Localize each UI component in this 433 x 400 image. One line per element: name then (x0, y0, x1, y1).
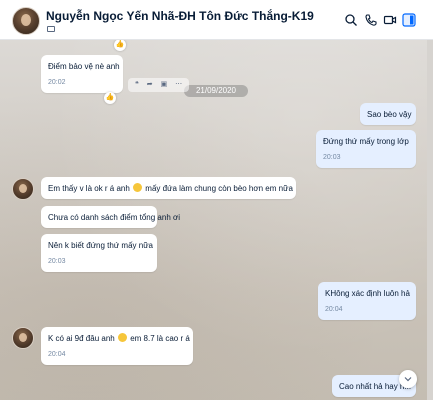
chat-header: Nguyễn Ngọc Yến Nhã-ĐH Tôn Đức Thắng-K19 (0, 0, 433, 40)
message-text: Chưa có danh sách điểm tổng anh ơi (48, 213, 181, 222)
message-text-part: em 8.7 là cao r á (130, 334, 190, 343)
message-text-part: K có ai 9đ đâu anh (48, 334, 115, 343)
message-time: 20:04 (48, 351, 66, 358)
share-icon[interactable]: ➦ (147, 81, 153, 88)
phone-icon[interactable] (364, 13, 378, 27)
message-bubble[interactable]: KHông xác định luôn hả 20:04 (318, 282, 416, 320)
message-time: 20:04 (325, 306, 343, 313)
message-bubble[interactable]: Sao bèo vậy (360, 103, 416, 125)
contact-avatar[interactable] (12, 178, 34, 200)
tag-icon[interactable] (47, 26, 55, 32)
message-text: Sao bèo vậy (367, 110, 412, 119)
message-bubble[interactable]: Em thấy v là ok r á anh mấy đứa làm chun… (41, 177, 296, 199)
message-time: 20:03 (323, 154, 341, 161)
message-text: Đứng thứ mấy trong lớp (323, 137, 409, 146)
contact-avatar[interactable] (12, 327, 34, 349)
message-text: Cao nhất hả hay h... (339, 382, 412, 391)
chevron-down-icon (404, 377, 412, 382)
search-icon[interactable] (344, 13, 358, 27)
react-icon[interactable]: ▣ (161, 81, 168, 88)
more-icon[interactable]: ⋯ (175, 81, 182, 88)
message-time: 20:03 (48, 258, 66, 265)
message-text: Điểm bảo vệ nè anh (48, 62, 120, 71)
chat-window: Nguyễn Ngọc Yến Nhã-ĐH Tôn Đức Thắng-K19… (0, 0, 433, 400)
like-reaction-icon[interactable]: 👍 (114, 40, 126, 51)
scrollbar-track[interactable] (427, 40, 433, 400)
contact-avatar[interactable] (12, 7, 40, 35)
message-bubble[interactable]: K có ai 9đ đâu anh em 8.7 là cao r á 20:… (41, 327, 193, 365)
message-text: Em thấy v là ok r á anh mấy đứa làm chun… (48, 183, 293, 194)
message-bubble[interactable]: Nên k biết đứng thứ mấy nữa 20:03 (41, 234, 157, 272)
message-text-part: Em thấy v là ok r á anh (48, 184, 130, 193)
message-bubble[interactable]: Điểm bảo vệ nè anh 20:02 (41, 55, 123, 93)
message-text: Nên k biết đứng thứ mấy nữa (48, 241, 154, 250)
sidebar-toggle-icon[interactable] (402, 13, 416, 27)
date-separator: 21/09/2020 (184, 85, 248, 97)
message-text: KHông xác định luôn hả (325, 289, 410, 298)
scroll-to-bottom-button[interactable] (399, 370, 417, 388)
message-bubble[interactable]: Chưa có danh sách điểm tổng anh ơi (41, 206, 181, 228)
message-actions: ❝ ➦ ▣ ⋯ (128, 78, 190, 92)
message-bubble[interactable]: Đứng thứ mấy trong lớp 20:03 (316, 130, 416, 168)
like-reaction-icon[interactable]: 👍 (104, 92, 116, 104)
message-text: K có ai 9đ đâu anh em 8.7 là cao r á (48, 333, 190, 344)
message-list[interactable]: 👍 21/09/2020 Điểm bảo vệ nè anh 20:02 👍 … (0, 40, 433, 400)
laughing-emoji-icon (117, 333, 127, 342)
message-time: 20:02 (48, 79, 66, 86)
quote-icon[interactable]: ❝ (135, 81, 139, 88)
video-icon[interactable] (383, 13, 397, 27)
contact-name[interactable]: Nguyễn Ngọc Yến Nhã-ĐH Tôn Đức Thắng-K19 (46, 9, 314, 23)
laughing-emoji-icon (133, 183, 143, 192)
message-text-part: mấy đứa làm chung còn bèo hơn em nữa (145, 184, 293, 193)
